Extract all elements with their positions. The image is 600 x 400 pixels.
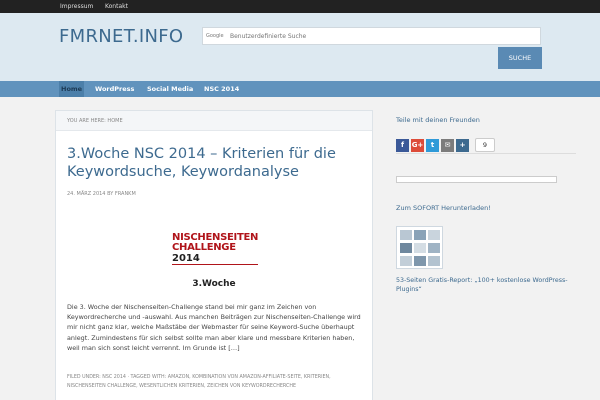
site-title[interactable]: FMRNET.INFO xyxy=(59,26,183,47)
google-brand-label: Google xyxy=(206,33,224,39)
main-nav: Home WordPress Social Media NSC 2014 xyxy=(0,81,600,97)
breadcrumb: YOU ARE HERE: HOME xyxy=(56,111,372,131)
kontakt-link[interactable]: Kontakt xyxy=(105,3,128,10)
search-box: Google xyxy=(202,27,541,45)
googleplus-icon[interactable]: G+ xyxy=(411,139,424,152)
more-icon[interactable]: + xyxy=(456,139,469,152)
article-meta: 24. MÄRZ 2014 BY FRANKM xyxy=(67,191,136,197)
facebook-icon[interactable]: f xyxy=(396,139,409,152)
divider xyxy=(396,153,576,154)
share-count: 9 xyxy=(475,138,495,152)
sidebar: Teile mit deinen Freunden f G+ t ✉ + 9 Z… xyxy=(396,110,576,400)
logo-line2: CHALLENGE xyxy=(172,242,236,253)
download-link[interactable]: 53-Seiten Gratis-Report: „100+ kostenlos… xyxy=(396,276,571,294)
nav-item-nsc-2014[interactable]: NSC 2014 xyxy=(204,81,239,97)
nav-item-home[interactable]: Home xyxy=(59,81,85,97)
search-button[interactable]: SUCHE xyxy=(498,47,542,69)
nav-item-social-media[interactable]: Social Media xyxy=(147,81,193,97)
challenge-logo: NISCHENSEITEN CHALLENGE 2014 xyxy=(172,231,258,265)
site-header: FMRNET.INFO Google SUCHE xyxy=(0,13,600,81)
article-subheading: 3.Woche xyxy=(192,279,236,289)
search-input[interactable] xyxy=(230,30,530,42)
article-footer: FILED UNDER: NSC 2014 · TAGGED WITH: AMA… xyxy=(67,375,331,389)
twitter-icon[interactable]: t xyxy=(426,139,439,152)
logo-year: 2014 xyxy=(172,253,200,264)
nav-item-wordpress[interactable]: WordPress xyxy=(95,81,134,97)
top-bar: Impressum Kontakt xyxy=(0,0,600,13)
share-widget-title: Teile mit deinen Freunden xyxy=(396,116,480,124)
email-icon[interactable]: ✉ xyxy=(441,139,454,152)
impressum-link[interactable]: Impressum xyxy=(60,3,93,10)
logo-rule xyxy=(172,264,258,265)
report-thumbnail[interactable] xyxy=(396,226,443,269)
download-widget-title: Zum SOFORT Herunterladen! xyxy=(396,204,491,212)
article-excerpt: Die 3. Woche der Nischenseiten-Challenge… xyxy=(67,303,361,352)
article: YOU ARE HERE: HOME 3.Woche NSC 2014 – Kr… xyxy=(55,110,373,400)
article-title[interactable]: 3.Woche NSC 2014 – Kriterien für die Key… xyxy=(67,145,367,181)
widget-bar xyxy=(396,176,557,183)
